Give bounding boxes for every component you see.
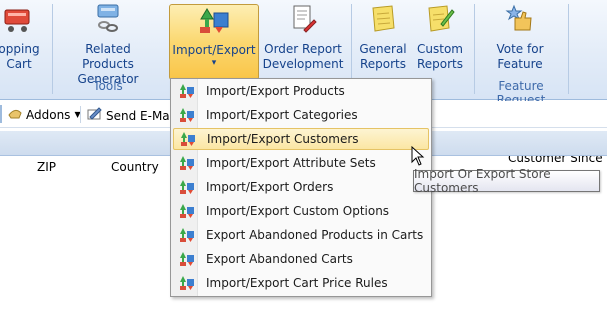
menu-item-label: Export Abandoned Products in Carts [206, 228, 424, 242]
menu-item-label: Import/Export Products [206, 84, 345, 98]
thumbs-up-icon [503, 4, 537, 34]
menu-item-label: Import/Export Cart Price Rules [206, 276, 388, 290]
tooltip: Import Or Export Store Customers [413, 167, 600, 195]
import-export-icon [177, 130, 199, 148]
addons-label: Addons [26, 107, 71, 122]
addons-button[interactable]: Addons ▼ [8, 107, 81, 122]
menu-item-label: Import/Export Categories [206, 108, 358, 122]
general-reports-label-1: General [359, 42, 407, 56]
vote-label-2: Feature [497, 57, 543, 71]
order-report-development-button[interactable]: Order Report Development [263, 4, 343, 78]
notepad-icon [366, 4, 400, 34]
general-reports-label-2: Reports [359, 57, 407, 71]
import-export-icon [176, 250, 198, 268]
link-chain-icon [91, 4, 125, 34]
custom-reports-label-1: Custom [417, 42, 463, 56]
import-export-icon [176, 274, 198, 292]
menu-item-label: Import/Export Customers [207, 132, 359, 146]
ribbon-separator [474, 4, 475, 94]
import-export-menu: Import/Export Products Import/Export Cat… [170, 78, 432, 297]
menu-item-import-export-cart-price-rules[interactable]: Import/Export Cart Price Rules [173, 272, 429, 294]
menu-item-export-abandoned-carts[interactable]: Export Abandoned Carts [173, 248, 429, 270]
shopping-cart-button[interactable]: opping Cart [0, 4, 42, 78]
menu-item-label: Import/Export Attribute Sets [206, 156, 376, 170]
email-icon [87, 107, 102, 124]
related-products-generator-button[interactable]: Related Products Generator [58, 4, 158, 86]
shopping-cart-label-2: Cart [6, 57, 32, 71]
column-header-country[interactable]: Country [111, 160, 159, 174]
ribbon-separator [568, 4, 569, 94]
report-edit-icon [286, 4, 320, 34]
import-export-icon [176, 106, 198, 124]
column-header-partial[interactable]: Customer Since [508, 156, 603, 162]
vote-for-feature-button[interactable]: Vote for Feature [480, 4, 560, 78]
import-export-label: Import/Export [172, 43, 256, 57]
menu-item-import-export-orders[interactable]: Import/Export Orders [173, 176, 429, 198]
shopping-cart-label-1: opping [0, 42, 40, 56]
addons-icon [8, 107, 22, 122]
custom-reports-label-2: Reports [416, 57, 464, 71]
import-export-icon [176, 82, 198, 100]
notepad-pencil-icon [423, 4, 457, 34]
order-report-label-2: Development [262, 57, 344, 71]
import-export-icon [197, 5, 231, 35]
import-export-icon [176, 154, 198, 172]
import-export-icon [176, 178, 198, 196]
send-email-button[interactable]: Send E-Mail [87, 107, 176, 124]
toolbar-grip [0, 105, 2, 123]
order-report-label-1: Order Report [264, 42, 342, 56]
menu-item-import-export-products[interactable]: Import/Export Products [173, 80, 429, 102]
menu-item-label: Import/Export Custom Options [206, 204, 390, 218]
menu-item-import-export-attribute-sets[interactable]: Import/Export Attribute Sets [173, 152, 429, 174]
general-reports-button[interactable]: General Reports [357, 4, 409, 78]
menu-item-import-export-customers[interactable]: Import/Export Customers [173, 128, 429, 150]
custom-reports-button[interactable]: Custom Reports [413, 4, 467, 78]
menu-item-export-abandoned-products[interactable]: Export Abandoned Products in Carts [173, 224, 429, 246]
send-email-label: Send E-Mail [106, 108, 177, 123]
related-products-label-1: Related Products [82, 42, 134, 71]
import-export-icon [176, 202, 198, 220]
cart-icon [2, 4, 36, 34]
group-label-tools: Tools [93, 79, 123, 93]
mouse-cursor-icon [411, 145, 425, 169]
menu-item-label: Import/Export Orders [206, 180, 334, 194]
menu-item-import-export-categories[interactable]: Import/Export Categories [173, 104, 429, 126]
menu-item-label: Export Abandoned Carts [206, 252, 353, 266]
vote-label-1: Vote for [496, 42, 544, 56]
group-label-feature-request: Feature Request [496, 79, 546, 107]
import-export-button[interactable]: Import/Export ▾ [169, 4, 259, 80]
ribbon-separator [52, 4, 53, 94]
menu-item-import-export-custom-options[interactable]: Import/Export Custom Options [173, 200, 429, 222]
column-header-zip[interactable]: ZIP [37, 160, 56, 174]
dropdown-arrow-icon: ▾ [211, 58, 217, 68]
toolbar-separator [80, 106, 81, 123]
import-export-icon [176, 226, 198, 244]
tooltip-text: Import Or Export Store Customers [414, 167, 551, 195]
